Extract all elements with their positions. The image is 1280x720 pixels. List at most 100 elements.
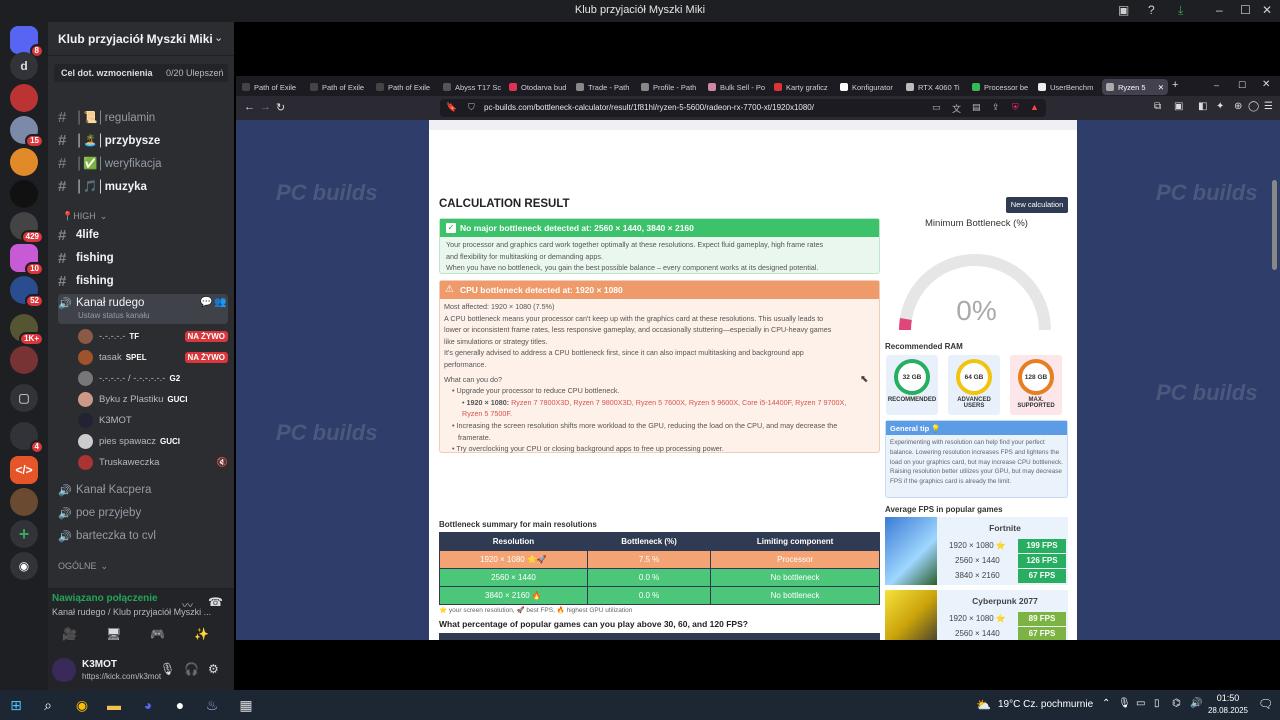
server-icon[interactable]: 8 (10, 26, 44, 58)
translate-icon[interactable]: 文 (952, 102, 961, 115)
server-icon[interactable] (10, 488, 38, 516)
back-icon[interactable]: ← (244, 101, 255, 113)
browser-tab[interactable]: Path of Exile (376, 79, 436, 95)
browser-tab[interactable]: Path of Exile (310, 79, 370, 95)
noise-suppression-icon[interactable]: 〰 (182, 597, 193, 613)
browser-tab[interactable]: Trade - Path (576, 79, 636, 95)
browser-tab[interactable]: Abyss T17 Sc (443, 79, 503, 95)
forward-icon[interactable]: → (260, 101, 271, 113)
voice-status-input[interactable]: Ustaw status kanału (78, 311, 150, 320)
close-tab-icon[interactable]: ✕ (1158, 83, 1164, 92)
new-calculation-button[interactable]: New calculation (1006, 197, 1068, 213)
server-icon[interactable]: 10 (10, 244, 44, 276)
browser-tab-active[interactable]: Ryzen 5 ✕ (1102, 79, 1168, 95)
volume-icon[interactable]: 🔊 (1190, 698, 1202, 709)
file-explorer-icon[interactable]: ▬ (104, 695, 124, 715)
browser-tab[interactable]: Bulk Sell - Po (708, 79, 766, 95)
channel-item[interactable]: # fishing (58, 248, 228, 268)
start-icon[interactable]: ⊞ (6, 695, 26, 715)
voice-member[interactable]: -.-.-.-.- TF NA ŻYWO (78, 327, 228, 345)
obs-icon[interactable]: ● (170, 695, 190, 715)
maximize-button[interactable]: ☐ (1240, 3, 1251, 17)
leo-icon[interactable]: ✦ (1216, 101, 1224, 112)
cast-icon[interactable]: ▭ (932, 102, 941, 113)
add-member-icon[interactable]: 👥 (214, 297, 226, 308)
vpn-icon[interactable]: ⊕ (1234, 101, 1242, 112)
reload-icon[interactable]: ↻ (276, 101, 285, 114)
voice-member[interactable]: Byku z Plastiku GUCI (78, 390, 228, 408)
steam-icon[interactable]: ♨ (202, 695, 222, 715)
rewards-icon[interactable]: ▲ (1030, 102, 1039, 112)
display-icon[interactable]: ▭ (1136, 698, 1145, 709)
channel-item[interactable]: # fishing (58, 271, 228, 291)
scrollbar-thumb[interactable] (1272, 180, 1277, 270)
channel-item[interactable]: #4life (58, 225, 228, 245)
soundboard-icon[interactable]: ✨ (194, 627, 209, 641)
download-icon[interactable]: ⤓ (1178, 3, 1183, 18)
channel-item[interactable]: # │📜│regulamin (58, 107, 228, 127)
sidebar-icon[interactable]: ◧ (1198, 101, 1207, 112)
url-bar[interactable]: 🔖 ⛉ pc-builds.com/bottleneck-calculator/… (440, 99, 1046, 117)
url-text[interactable]: pc-builds.com/bottleneck-calculator/resu… (484, 103, 814, 112)
microphone-icon[interactable]: 🎙 (1118, 698, 1131, 709)
browser-tab[interactable]: Konfigurator (840, 79, 900, 95)
voice-channel[interactable]: 🔊 poe przyjeby (58, 503, 228, 523)
voice-channel-active[interactable]: 🔊 Kanał rudego Ustaw status kanału 💬 👥 (58, 294, 228, 324)
minimize-button[interactable]: – (1216, 3, 1223, 17)
share-icon[interactable]: ⇪ (992, 102, 1000, 113)
voice-channel[interactable]: 🔊 barteczka to cvl (58, 526, 228, 546)
browser-tab[interactable]: Path of Exile (242, 79, 302, 95)
battery-icon[interactable]: ▯ (1154, 698, 1160, 709)
extensions-icon[interactable]: ⧉ (1154, 101, 1161, 112)
server-icon[interactable] (10, 180, 38, 208)
server-folder-icon[interactable]: ▢ (10, 384, 38, 412)
gear-icon[interactable]: ⚙ (208, 662, 219, 676)
cpu-link[interactable]: Ryzen 5 7500F. (444, 408, 878, 420)
channel-item[interactable]: # │🎵│muzyka (58, 176, 228, 196)
discord-icon[interactable]: ◕ (138, 695, 158, 715)
activity-icon[interactable]: 🎮 (150, 627, 165, 641)
server-icon[interactable] (10, 84, 38, 112)
clock-time[interactable]: 01:50 (1208, 693, 1248, 703)
channel-item[interactable]: # │✅│weryfikacja (58, 153, 228, 173)
channel-item[interactable]: # │🏝️│przybysze (58, 130, 228, 150)
browser-tab[interactable]: Processor be (972, 79, 1030, 95)
help-icon[interactable]: ? (1148, 3, 1155, 17)
add-server-icon[interactable]: + (10, 520, 38, 548)
profile-icon[interactable]: ◯ (1248, 101, 1259, 112)
browser-tab[interactable]: Otodarva bud (509, 79, 567, 95)
voice-member[interactable]: tasak SPEL NA ŻYWO (78, 348, 228, 366)
browser-tab[interactable]: UserBenchm (1038, 79, 1096, 95)
server-icon[interactable]: 4 (10, 422, 44, 454)
menu-icon[interactable]: ☰ (1264, 101, 1273, 112)
cpu-link[interactable]: Ryzen 7 7800X3D, Ryzen 7 9800X3D, Ryzen … (511, 398, 846, 407)
server-icon[interactable]: 429 (10, 212, 44, 244)
minimize-button[interactable]: – (1214, 80, 1219, 90)
network-icon[interactable]: ⌬ (1172, 698, 1181, 709)
bookmark-icon[interactable]: 🔖 (446, 102, 457, 113)
voice-member[interactable]: K3MOT (78, 411, 228, 429)
server-icon[interactable] (10, 148, 38, 176)
headphones-icon[interactable]: 🎧 (184, 662, 199, 676)
chat-icon[interactable]: 💬 (200, 297, 212, 308)
close-button[interactable]: ✕ (1262, 3, 1272, 17)
lock-icon[interactable]: ⛉ (468, 102, 475, 113)
tray-chevron-icon[interactable]: ⌃ (1102, 698, 1110, 709)
avatar[interactable] (52, 658, 76, 682)
voice-member[interactable]: pies spawacz GUCI (78, 432, 228, 450)
browser-tab[interactable]: Karty graficz (774, 79, 830, 95)
close-button[interactable]: ✕ (1262, 79, 1270, 90)
game-card[interactable]: Fortnite 1920 × 1080 ⭐ 199 FPS 2560 × 14… (885, 517, 1068, 585)
chrome-icon[interactable]: ◉ (72, 695, 92, 715)
wallet-icon[interactable]: ▣ (1174, 101, 1183, 112)
category-general[interactable]: OGÓLNE ⌄ (58, 556, 228, 576)
boost-goal[interactable]: Cel dot. wzmocnienia 0/20 Ulepszeń (54, 64, 228, 82)
guild-header[interactable]: Klub przyjaciół Myszki Miki ⌄ (48, 22, 234, 56)
discover-icon[interactable]: ◉ (10, 552, 38, 580)
server-icon[interactable]: 15 (10, 116, 44, 148)
browser-tab[interactable]: Profile - Path (641, 79, 701, 95)
microphone-icon[interactable]: 🎙 (160, 662, 175, 676)
clock-date[interactable]: 28.08.2025 (1202, 706, 1254, 715)
app-icon[interactable]: ▦ (236, 695, 256, 715)
camera-icon[interactable]: 🎥 (62, 627, 77, 641)
